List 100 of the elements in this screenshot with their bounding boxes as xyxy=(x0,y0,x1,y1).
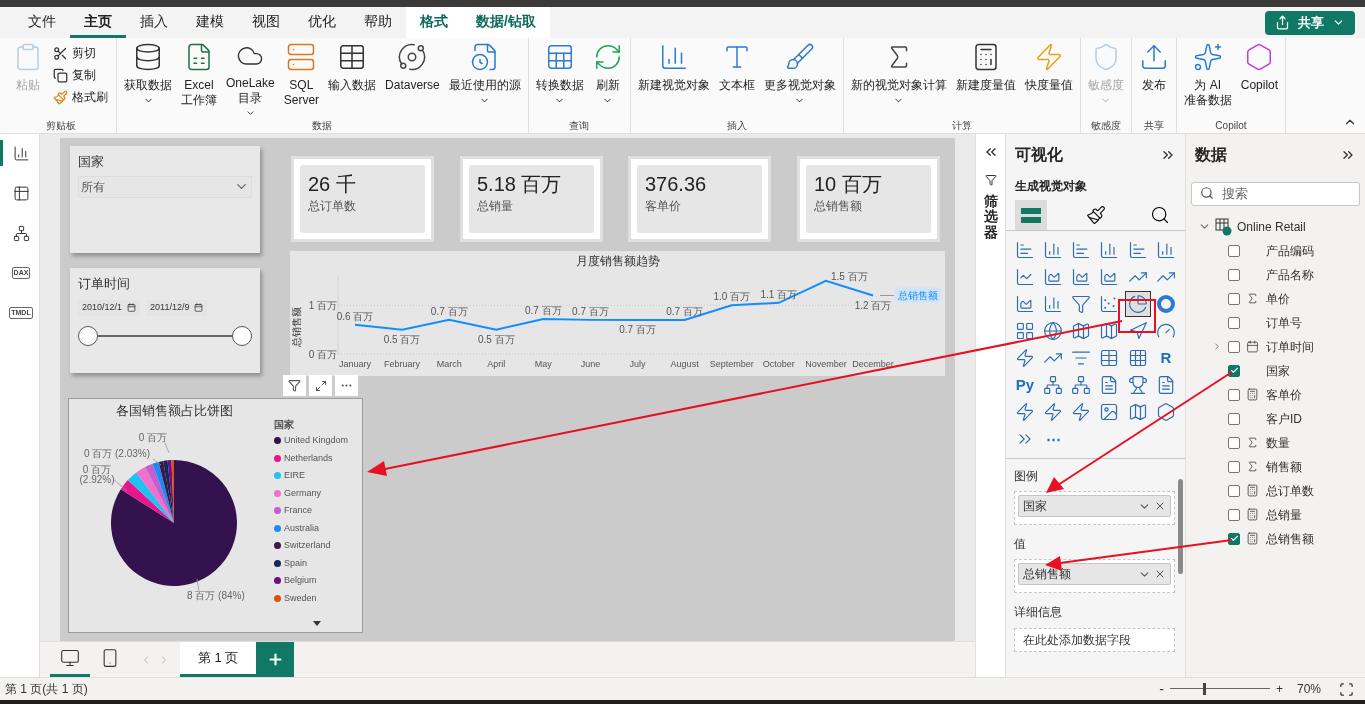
date-field[interactable]: 2010/12/1 xyxy=(78,299,141,316)
legend-label: Australia xyxy=(284,521,319,535)
field-checkbox[interactable] xyxy=(1228,388,1240,401)
field-name[interactable]: 客单价 xyxy=(1266,385,1302,404)
field-name[interactable]: 国家 xyxy=(1266,361,1290,380)
ribbon-button[interactable]: 剪切 xyxy=(49,42,112,64)
ribbon-button[interactable]: 输入数据 xyxy=(325,38,380,118)
ribbon-button[interactable]: 转换数据 xyxy=(532,38,587,118)
ribbon-tab[interactable]: 建模 xyxy=(182,7,238,38)
filter-button[interactable] xyxy=(283,375,306,396)
field-checkbox[interactable] xyxy=(1228,484,1240,497)
ribbon-button[interactable]: 新建视觉对象 xyxy=(634,38,713,118)
ribbon-button[interactable]: Copilot xyxy=(1237,38,1282,118)
page-tab[interactable]: 第 1 页 xyxy=(180,642,256,677)
ribbon-button[interactable]: 格式刷 xyxy=(49,86,112,108)
field-checkbox[interactable] xyxy=(1228,292,1240,305)
drop-field[interactable]: 在此处添加数据字段 xyxy=(1014,628,1175,652)
zoom-in-button[interactable]: + xyxy=(1275,680,1283,698)
pie-chart-icon xyxy=(1127,294,1148,314)
dropdown-field[interactable]: 所有 xyxy=(78,175,252,198)
ribbon-button[interactable]: 发布 xyxy=(1135,38,1172,118)
field-name[interactable]: 订单号 xyxy=(1266,313,1302,332)
table-name[interactable]: Online Retail xyxy=(1237,217,1306,236)
data-label: 0.7 百万 xyxy=(525,304,562,316)
ribbon-button[interactable]: OneLake 目录 xyxy=(223,38,278,118)
ribbon-tab[interactable]: 帮助 xyxy=(350,7,406,38)
axis-title: 总销售额 xyxy=(291,307,302,347)
data-label: 8 百万 (84%) xyxy=(187,590,245,601)
remove-icon[interactable] xyxy=(1154,568,1166,580)
fit-to-page-icon[interactable] xyxy=(1339,681,1354,697)
zoom-out-button[interactable]: - xyxy=(1159,678,1164,700)
field-checkbox[interactable] xyxy=(1228,508,1240,521)
map-icon xyxy=(1127,402,1148,422)
ribbon-tab[interactable]: 格式 xyxy=(406,7,462,38)
field-name[interactable]: 总订单数 xyxy=(1266,481,1314,500)
ribbon-button[interactable]: 更多视觉对象 xyxy=(760,38,839,118)
date-field[interactable]: 2011/12/9 xyxy=(146,299,208,316)
scatter-chart-icon xyxy=(1099,294,1120,314)
focus-mode-button[interactable] xyxy=(309,375,332,396)
field-name[interactable]: 订单时间 xyxy=(1266,337,1314,356)
field-name[interactable]: 总销售额 xyxy=(1266,529,1314,548)
ribbon-button[interactable]: 新的视觉对象计算 xyxy=(847,38,950,118)
zoom-thumb[interactable] xyxy=(1202,683,1206,695)
field-chip[interactable]: 总销售额 xyxy=(1018,563,1171,585)
ribbon-button[interactable]: 最近使用的源 xyxy=(445,38,524,118)
search-field[interactable]: 搜索 xyxy=(1191,181,1360,206)
ribbon-button[interactable]: 文本框 xyxy=(715,38,758,118)
scissors-icon xyxy=(53,45,68,61)
filter-pane-label[interactable]: 筛选器 xyxy=(983,194,998,241)
visual-type-button[interactable]: ⋯ xyxy=(1040,426,1067,452)
group-label: 计算 xyxy=(950,119,973,133)
ribbon-button[interactable]: 快度量值 xyxy=(1021,38,1076,118)
field-checkbox[interactable] xyxy=(1228,532,1240,545)
analytics-icon xyxy=(1150,204,1170,225)
ribbon-button[interactable]: Excel 工作簿 xyxy=(178,38,220,118)
field-checkbox[interactable] xyxy=(1228,244,1240,257)
visual-type-button[interactable] xyxy=(1124,291,1151,317)
calculator-icon xyxy=(1246,532,1259,545)
field-checkbox[interactable] xyxy=(1228,268,1240,281)
field-checkbox[interactable] xyxy=(1228,364,1240,377)
slider-handle[interactable] xyxy=(78,325,98,346)
field-name[interactable]: 客户ID xyxy=(1266,409,1302,428)
zoom-slider[interactable] xyxy=(1169,683,1270,695)
field-name[interactable]: 单价 xyxy=(1266,289,1290,308)
slider-handle[interactable] xyxy=(232,325,252,346)
ribbon-button[interactable]: 刷新 xyxy=(589,38,626,118)
ribbon-tab[interactable]: 优化 xyxy=(294,7,350,38)
bar-chart-icon xyxy=(1071,240,1092,260)
scroll-down-icon[interactable] xyxy=(313,621,321,626)
ribbon-tab[interactable]: 视图 xyxy=(238,7,294,38)
visual-type-button[interactable]: Py xyxy=(1012,372,1038,398)
remove-icon[interactable] xyxy=(1154,500,1166,512)
field-name[interactable]: 销售额 xyxy=(1266,457,1302,476)
ribbon-button[interactable]: Dataverse xyxy=(382,38,443,118)
ribbon-button[interactable]: SQL Server xyxy=(280,38,323,118)
field-checkbox[interactable] xyxy=(1228,436,1240,449)
field-name[interactable]: 总销量 xyxy=(1266,505,1302,524)
field-checkbox[interactable] xyxy=(1228,412,1240,425)
field-name[interactable]: 产品名称 xyxy=(1266,265,1314,284)
report-view-icon xyxy=(12,144,30,162)
field-name[interactable]: 数量 xyxy=(1266,433,1290,452)
data-label: 0.7 百万 xyxy=(430,305,468,317)
calendar-icon xyxy=(127,303,137,312)
ribbon-button[interactable]: 新建度量值 xyxy=(952,38,1019,118)
ribbon-tab[interactable]: 插入 xyxy=(126,7,182,38)
field-checkbox[interactable] xyxy=(1228,316,1240,329)
ribbon-tab[interactable]: 文件 xyxy=(14,7,70,38)
ribbon-button[interactable]: 获取数据 xyxy=(121,38,175,118)
field-name[interactable]: 产品编码 xyxy=(1266,241,1314,260)
add-page-button[interactable] xyxy=(256,642,294,677)
visual-type-button[interactable]: R xyxy=(1152,345,1179,371)
share-button[interactable]: 共享 xyxy=(1265,10,1355,35)
range-slider[interactable] xyxy=(78,325,252,346)
field-checkbox[interactable] xyxy=(1228,340,1240,353)
ribbon-button[interactable]: 复制 xyxy=(49,64,112,86)
ribbon-button[interactable]: 为 AI 准备数据 xyxy=(1180,38,1235,118)
tree-icon xyxy=(1071,375,1092,395)
field-checkbox[interactable] xyxy=(1228,460,1240,473)
ribbon-tab[interactable]: 数据/钻取 xyxy=(462,7,550,38)
field-chip[interactable]: 国家 xyxy=(1018,495,1171,517)
